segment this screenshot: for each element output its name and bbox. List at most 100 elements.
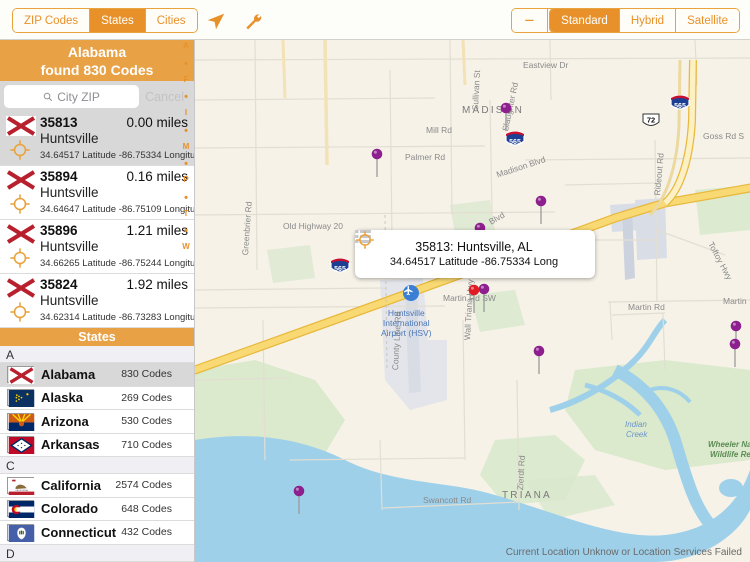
- maptype-hybrid[interactable]: Hybrid: [619, 9, 677, 32]
- search-placeholder-text: City ZIP: [57, 89, 100, 104]
- panel-header-count: found 830 Codes: [40, 62, 154, 78]
- map-callout[interactable]: 35813: Huntsville, AL 34.64517 Latitude …: [355, 230, 595, 278]
- map-type-segmented-control[interactable]: Standard Hybrid Satellite: [549, 8, 740, 33]
- tab-states[interactable]: States: [90, 9, 146, 32]
- crosshair-icon[interactable]: [9, 301, 31, 323]
- alpha-index-item[interactable]: I: [185, 109, 187, 117]
- map-label: Eastview Dr: [523, 60, 569, 70]
- alphabet-index[interactable]: A • F • I • M • P • T • W: [178, 40, 194, 260]
- alpha-index-item[interactable]: •: [184, 92, 188, 103]
- state-flag-icon: [7, 412, 35, 431]
- zip-code-label: 35824: [40, 277, 78, 292]
- airport-marker-icon: [403, 285, 419, 301]
- state-count-label: 432 Codes: [121, 526, 172, 539]
- zip-row[interactable]: 35824 1.92 miles Huntsville 34.62314 Latitu…: [0, 274, 194, 328]
- map-pin[interactable]: [293, 485, 305, 515]
- map-label: Martin Rd: [628, 302, 665, 312]
- zip-row[interactable]: 35813 0.00 miles Huntsville 34.64517 Latitu…: [0, 112, 194, 166]
- map-view[interactable]: Eastview Dr MADISON Mill Rd Palmer Rd Old Hi…: [195, 40, 750, 562]
- airport-name-line1: Huntsville: [387, 308, 425, 318]
- zip-row[interactable]: 35896 1.21 miles Huntsville 34.66265 Latitu…: [0, 220, 194, 274]
- state-name-label: Arizona: [41, 413, 89, 429]
- top-toolbar: ZIP CodesStatesCities − + StandardHybrid…: [0, 0, 750, 40]
- alpha-index-item[interactable]: T: [184, 209, 189, 218]
- state-flag-icon: [7, 436, 35, 455]
- state-row[interactable]: Colorado 648 Codes: [0, 497, 194, 521]
- search-input[interactable]: City ZIP: [4, 85, 140, 108]
- alpha-index-item[interactable]: •: [184, 226, 188, 237]
- state-count-label: 830 Codes: [121, 368, 172, 381]
- search-bar: City ZIP Cancel: [0, 81, 194, 112]
- state-flag-icon: [7, 500, 35, 519]
- alpha-index-item[interactable]: F: [184, 75, 189, 84]
- state-row[interactable]: Connecticut 432 Codes: [0, 521, 194, 545]
- map-label: Sullivan St: [470, 69, 483, 111]
- left-panel: Alabama found 830 Codes City ZIP Cancel …: [0, 40, 195, 562]
- state-row[interactable]: Arizona 530 Codes: [0, 410, 194, 434]
- alpha-index-item[interactable]: •: [184, 192, 188, 204]
- state-row[interactable]: Alabama 830 Codes: [0, 363, 194, 387]
- state-group-header: A: [0, 346, 194, 363]
- state-row[interactable]: Arkansas 710 Codes: [0, 433, 194, 457]
- svg-text:72: 72: [647, 116, 655, 125]
- zoom-out-button[interactable]: −: [512, 9, 548, 32]
- wrench-icon[interactable]: [240, 8, 266, 34]
- zip-code-label: 35813: [40, 115, 78, 130]
- tab-zip-codes[interactable]: ZIP Codes: [13, 9, 91, 32]
- app-root: ZIP CodesStatesCities − + StandardHybrid…: [0, 0, 750, 562]
- map-label: Wheeler Nat: [708, 440, 750, 449]
- alpha-index-item[interactable]: •: [184, 159, 188, 170]
- alpha-index-item[interactable]: •: [184, 125, 188, 137]
- zip-row[interactable]: 35894 0.16 miles Huntsville 34.64647 Latitu…: [0, 166, 194, 220]
- map-label: Creek: [626, 430, 648, 439]
- map-pin[interactable]: [500, 102, 512, 132]
- state-name-label: Arkansas: [41, 437, 100, 453]
- alpha-index-item[interactable]: •: [184, 58, 188, 70]
- panel-header: Alabama found 830 Codes: [0, 40, 194, 81]
- map-label: Palmer Rd: [405, 152, 446, 162]
- state-name-label: Alaska: [41, 390, 83, 406]
- map-pin[interactable]: [371, 148, 383, 178]
- zip-city-label: Huntsville: [40, 185, 99, 200]
- map-label: Goss Rd S: [703, 131, 745, 141]
- zip-city-label: Huntsville: [40, 239, 99, 254]
- alpha-index-item[interactable]: A: [183, 42, 189, 50]
- zip-city-label: Huntsville: [40, 293, 99, 308]
- airport-name-line2: International: [382, 318, 430, 328]
- crosshair-icon[interactable]: [9, 193, 31, 215]
- view-mode-segmented-control[interactable]: ZIP Codes States Cities: [12, 8, 198, 33]
- state-name-label: Connecticut: [41, 524, 117, 540]
- map-label: Martin: [723, 296, 747, 306]
- state-name-label: Colorado: [41, 501, 99, 517]
- state-row[interactable]: Alaska 269 Codes: [0, 386, 194, 410]
- map-label: Swancott Rd: [423, 495, 472, 505]
- zip-coordinates-label: 34.66265 Latitude -86.75244 Longitude: [40, 258, 195, 269]
- airport-name-line3: Airport (HSV): [381, 328, 432, 338]
- state-count-label: 2574 Codes: [115, 479, 172, 492]
- callout-title: 35813: Huntsville, AL: [415, 239, 533, 254]
- svg-text:565: 565: [334, 266, 346, 273]
- state-list[interactable]: A Alabama 830 Codes Alaska 269 Codes Arizona 5…: [0, 346, 194, 562]
- map-pin[interactable]: [533, 345, 545, 375]
- zip-code-list[interactable]: 35813 0.00 miles Huntsville 34.64517 Latitu…: [0, 112, 194, 328]
- map-label: Wildlife Ref: [710, 450, 750, 459]
- map-pin[interactable]: [535, 195, 547, 225]
- crosshair-icon[interactable]: [9, 139, 31, 161]
- map-label: Zierdt Rd: [515, 455, 527, 491]
- state-flag-icon: [7, 389, 35, 408]
- alpha-index-item[interactable]: P: [183, 176, 188, 184]
- map-pin[interactable]: [729, 338, 741, 368]
- navigation-arrow-icon[interactable]: [203, 8, 229, 34]
- zip-code-label: 35894: [40, 169, 78, 184]
- callout-subtitle: 34.64517 Latitude -86.75334 Long: [389, 255, 559, 268]
- alpha-index-item[interactable]: W: [182, 243, 190, 251]
- state-row[interactable]: CALIFORNIA California 2574 Codes: [0, 474, 194, 498]
- svg-text:565: 565: [509, 139, 521, 146]
- crosshair-icon[interactable]: [9, 247, 31, 269]
- maptype-satellite[interactable]: Satellite: [676, 9, 739, 32]
- tab-cities[interactable]: Cities: [145, 9, 197, 32]
- maptype-standard[interactable]: Standard: [550, 9, 620, 32]
- map-pin[interactable]: [468, 284, 480, 314]
- airport-label: Huntsville International Airport (HSV): [381, 308, 432, 338]
- alpha-index-item[interactable]: M: [183, 142, 190, 151]
